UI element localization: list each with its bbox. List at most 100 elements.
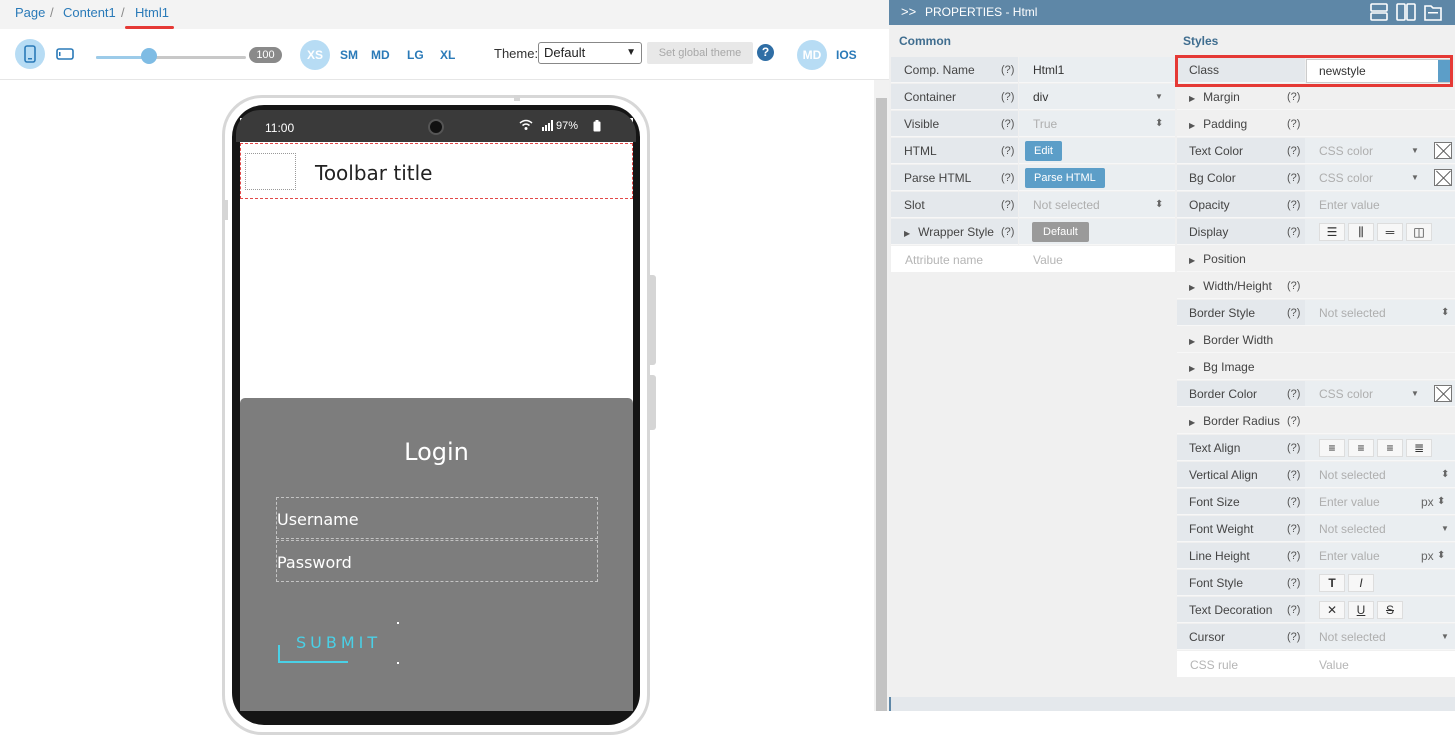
property-value[interactable]: TI bbox=[1305, 570, 1455, 596]
help-icon[interactable]: (?) bbox=[1287, 219, 1300, 245]
help-icon[interactable]: (?) bbox=[1287, 408, 1300, 434]
property-value[interactable]: Parse HTML bbox=[1019, 165, 1175, 191]
property-value[interactable] bbox=[1305, 84, 1455, 110]
property-value[interactable]: Not selected ⬍ bbox=[1305, 300, 1455, 326]
help-icon[interactable]: ? bbox=[757, 44, 774, 61]
attribute-value-input[interactable]: Value bbox=[1033, 253, 1063, 267]
css-rule-input[interactable]: CSS rule bbox=[1190, 658, 1238, 672]
username-input[interactable]: Username bbox=[276, 497, 598, 539]
property-label[interactable]: ▶ Padding bbox=[1177, 111, 1305, 137]
toolbar-icon-slot[interactable] bbox=[245, 153, 296, 190]
breakpoint-xl-button[interactable]: XL bbox=[440, 48, 455, 62]
breakpoint-lg-button[interactable]: LG bbox=[407, 48, 424, 62]
expand-triangle-icon[interactable]: ▶ bbox=[1189, 275, 1195, 301]
display-inline-block-icon[interactable]: ⫼ bbox=[1348, 223, 1374, 241]
breakpoint-sm-button[interactable]: SM bbox=[340, 48, 358, 62]
property-value[interactable]: Not selected ⬍ bbox=[1305, 462, 1455, 488]
property-value[interactable]: True ⬍ bbox=[1019, 111, 1175, 137]
expand-triangle-icon[interactable]: ▶ bbox=[1189, 410, 1195, 436]
property-label[interactable]: ▶ Position bbox=[1177, 246, 1305, 272]
help-icon[interactable]: (?) bbox=[1287, 273, 1300, 299]
bold-icon[interactable]: T bbox=[1319, 574, 1345, 592]
help-icon[interactable]: (?) bbox=[1287, 570, 1300, 596]
property-value[interactable]: Edit bbox=[1019, 138, 1175, 164]
default-button[interactable]: Default bbox=[1032, 222, 1089, 242]
help-icon[interactable]: (?) bbox=[1287, 84, 1300, 110]
help-icon[interactable]: (?) bbox=[1001, 165, 1014, 191]
expand-triangle-icon[interactable]: ▶ bbox=[904, 221, 910, 247]
unit-label[interactable]: px bbox=[1421, 489, 1434, 515]
property-value[interactable]: Not selected ⬍ bbox=[1019, 192, 1175, 218]
help-icon[interactable]: (?) bbox=[1287, 138, 1300, 164]
password-input[interactable]: Password bbox=[276, 540, 598, 582]
display-block-icon[interactable]: ☰ bbox=[1319, 223, 1345, 241]
html1-login-component[interactable]: Login Username Password SUBMIT bbox=[240, 398, 633, 711]
underline-icon[interactable]: U bbox=[1348, 601, 1374, 619]
align-justify-icon[interactable]: ≣ bbox=[1406, 439, 1432, 457]
collapse-panel-icon[interactable]: >> bbox=[901, 4, 916, 19]
layout-rows-icon[interactable] bbox=[1369, 1, 1389, 23]
property-value[interactable]: Html1 bbox=[1019, 57, 1175, 83]
help-icon[interactable]: (?) bbox=[1287, 462, 1300, 488]
css-value-input[interactable]: Value bbox=[1319, 658, 1349, 672]
help-icon[interactable]: (?) bbox=[1001, 57, 1014, 83]
toolbar-component[interactable]: Toolbar title bbox=[240, 143, 633, 199]
expand-triangle-icon[interactable]: ▶ bbox=[1189, 356, 1195, 382]
canvas-scrollbar-thumb[interactable] bbox=[876, 98, 887, 711]
clear-color-icon[interactable] bbox=[1434, 169, 1452, 186]
attribute-name-input[interactable]: Attribute name bbox=[905, 253, 983, 267]
help-icon[interactable]: (?) bbox=[1287, 624, 1300, 650]
phone-icon[interactable] bbox=[15, 39, 45, 69]
help-icon[interactable]: (?) bbox=[1287, 165, 1300, 191]
property-label[interactable]: ▶ Bg Image bbox=[1177, 354, 1305, 380]
property-value[interactable]: Enter value px ⬍ bbox=[1305, 543, 1455, 569]
zoom-slider-handle[interactable] bbox=[140, 48, 157, 64]
property-value[interactable]: ☰ ⫼ ═ ◫ bbox=[1305, 219, 1455, 245]
help-icon[interactable]: (?) bbox=[1287, 597, 1300, 623]
breakpoint-md-button[interactable]: MD bbox=[371, 48, 390, 62]
layout-columns-icon[interactable] bbox=[1396, 1, 1416, 23]
up-down-arrows-icon[interactable]: ⬍ bbox=[1437, 543, 1445, 569]
property-label[interactable]: ▶ Width/Height bbox=[1177, 273, 1305, 299]
display-flex-icon[interactable]: ◫ bbox=[1406, 223, 1432, 241]
edit-button[interactable]: Edit bbox=[1025, 141, 1062, 161]
help-icon[interactable]: (?) bbox=[1287, 300, 1300, 326]
property-value[interactable] bbox=[1305, 327, 1455, 353]
breadcrumb-html1[interactable]: Html1 bbox=[135, 5, 169, 20]
set-global-theme-button[interactable]: Set global theme bbox=[647, 42, 753, 64]
help-icon[interactable]: (?) bbox=[1287, 381, 1300, 407]
property-value[interactable]: ≡ ≡ ≡ ≣ bbox=[1305, 435, 1455, 461]
platform-ios-button[interactable]: IOS bbox=[836, 48, 857, 62]
tablet-landscape-icon[interactable] bbox=[56, 47, 74, 65]
folder-icon[interactable] bbox=[1423, 1, 1443, 23]
help-icon[interactable]: (?) bbox=[1287, 192, 1300, 218]
parse-html-button[interactable]: Parse HTML bbox=[1025, 168, 1105, 188]
property-value[interactable] bbox=[1305, 408, 1455, 434]
property-value[interactable]: CSS color ▼ bbox=[1305, 165, 1455, 191]
align-center-icon[interactable]: ≡ bbox=[1348, 439, 1374, 457]
property-value[interactable]: Enter value bbox=[1305, 192, 1455, 218]
breadcrumb-content1[interactable]: Content1 bbox=[63, 5, 116, 20]
property-value[interactable]: CSS color ▼ bbox=[1305, 381, 1455, 407]
strikethrough-x-icon[interactable]: ✕ bbox=[1319, 601, 1345, 619]
help-icon[interactable]: (?) bbox=[1001, 84, 1014, 110]
theme-select[interactable]: Default ▼ bbox=[538, 42, 642, 64]
clear-color-icon[interactable] bbox=[1434, 385, 1452, 402]
property-value[interactable]: Default bbox=[1019, 219, 1175, 245]
canvas-scrollbar[interactable] bbox=[874, 80, 889, 711]
help-icon[interactable]: (?) bbox=[1287, 543, 1300, 569]
italic-icon[interactable]: I bbox=[1348, 574, 1374, 592]
unit-label[interactable]: px bbox=[1421, 543, 1434, 569]
help-icon[interactable]: (?) bbox=[1001, 138, 1014, 164]
align-right-icon[interactable]: ≡ bbox=[1377, 439, 1403, 457]
help-icon[interactable]: (?) bbox=[1287, 111, 1300, 137]
platform-md-button[interactable]: MD bbox=[797, 40, 827, 70]
align-left-icon[interactable]: ≡ bbox=[1319, 439, 1345, 457]
expand-triangle-icon[interactable]: ▶ bbox=[1189, 113, 1195, 139]
property-value[interactable]: Not selected ▼ bbox=[1305, 624, 1455, 650]
property-label[interactable]: ▶ Border Width bbox=[1177, 327, 1305, 353]
up-down-arrows-icon[interactable]: ⬍ bbox=[1437, 489, 1445, 515]
expand-triangle-icon[interactable]: ▶ bbox=[1189, 329, 1195, 355]
property-value[interactable] bbox=[1305, 246, 1455, 272]
property-value[interactable]: Enter value px ⬍ bbox=[1305, 489, 1455, 515]
